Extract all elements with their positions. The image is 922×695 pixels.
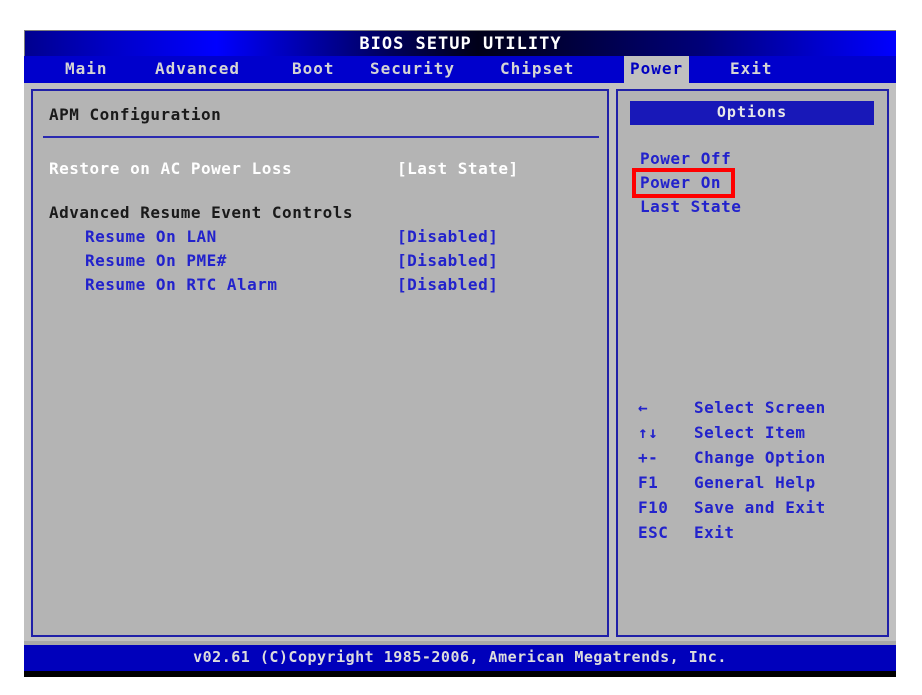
footer-shadow: [24, 671, 896, 677]
nav-help-key: ←: [638, 398, 649, 417]
setting-row[interactable]: Restore on AC Power Loss [Last State]: [49, 159, 595, 181]
nav-help-description: Save and Exit: [694, 498, 826, 517]
nav-help-key: ESC: [638, 523, 669, 542]
setting-label: Resume On LAN: [85, 227, 217, 246]
tab-advanced[interactable]: Advanced: [149, 56, 246, 83]
setting-value[interactable]: [Disabled]: [397, 251, 498, 270]
setting-value[interactable]: [Disabled]: [397, 227, 498, 246]
options-panel: Options Power Off Power On Last State ← Sel…: [616, 89, 889, 637]
tab-security[interactable]: Security: [364, 56, 461, 83]
nav-help-description: General Help: [694, 473, 816, 492]
setting-value[interactable]: [Last State]: [397, 159, 519, 178]
tab-power[interactable]: Power: [624, 56, 690, 83]
nav-help-key: F10: [638, 498, 669, 517]
option-item[interactable]: Power On: [640, 173, 721, 192]
copyright-text: v02.61 (C)Copyright 1985-2006, American …: [193, 648, 727, 666]
nav-help-key: ↑↓: [638, 423, 659, 442]
footer-top-strip: [24, 641, 896, 645]
setting-row[interactable]: Resume On LAN [Disabled]: [49, 227, 595, 249]
setting-row[interactable]: Resume On PME# [Disabled]: [49, 251, 595, 273]
apm-configuration-panel: APM Configuration Restore on AC Power Lo…: [31, 89, 609, 637]
nav-help-key: +-: [638, 448, 659, 467]
setting-label: Resume On RTC Alarm: [85, 275, 278, 294]
menu-tab-bar: Main Advanced Boot Security Chipset Power Exit: [24, 56, 896, 83]
content-area: APM Configuration Restore on AC Power Lo…: [24, 83, 896, 645]
footer-bar: v02.61 (C)Copyright 1985-2006, American …: [24, 641, 896, 671]
bios-screen: BIOS SETUP UTILITY Main Advanced Boot Secur…: [24, 30, 896, 678]
nav-help-row: ↑↓ Select Item: [618, 423, 887, 448]
page-title: BIOS SETUP UTILITY: [359, 34, 562, 54]
nav-help-description: Select Screen: [694, 398, 826, 417]
tab-exit[interactable]: Exit: [724, 56, 779, 83]
setting-label: Advanced Resume Event Controls: [49, 203, 353, 222]
panel-title: APM Configuration: [49, 105, 222, 124]
nav-help-row: F1 General Help: [618, 473, 887, 498]
nav-help-key: F1: [638, 473, 659, 492]
setting-label: Restore on AC Power Loss: [49, 159, 293, 178]
nav-help-description: Change Option: [694, 448, 826, 467]
nav-help-row: ESC Exit: [618, 523, 887, 548]
option-item[interactable]: Power Off: [640, 149, 731, 168]
options-header: Options: [630, 101, 874, 125]
nav-help-description: Exit: [694, 523, 735, 542]
setting-label: Resume On PME#: [85, 251, 227, 270]
option-item[interactable]: Last State: [640, 197, 741, 216]
tab-chipset[interactable]: Chipset: [494, 56, 580, 83]
nav-help-description: Select Item: [694, 423, 806, 442]
setting-row[interactable]: Resume On RTC Alarm [Disabled]: [49, 275, 595, 297]
title-bar: BIOS SETUP UTILITY: [24, 30, 896, 56]
setting-value[interactable]: [Disabled]: [397, 275, 498, 294]
setting-row[interactable]: Advanced Resume Event Controls: [49, 203, 595, 225]
nav-help-row: ← Select Screen: [618, 398, 887, 423]
panel-divider: [43, 136, 599, 138]
tab-main[interactable]: Main: [59, 56, 114, 83]
nav-help-row: F10 Save and Exit: [618, 498, 887, 523]
nav-help-row: +- Change Option: [618, 448, 887, 473]
tab-boot[interactable]: Boot: [286, 56, 341, 83]
